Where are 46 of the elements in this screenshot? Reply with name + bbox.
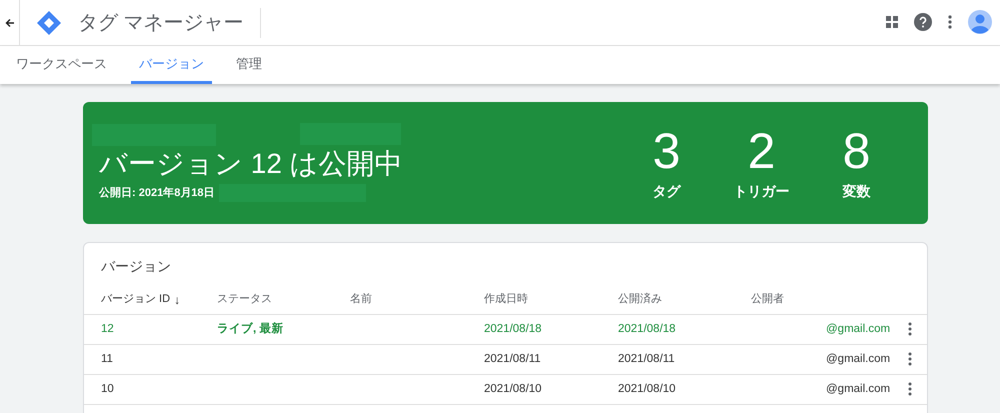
- column-header: 公開者: [751, 292, 785, 308]
- more-vertical-icon: [908, 352, 912, 366]
- column-header: 公開済み: [618, 292, 663, 308]
- stat-count: 3: [652, 124, 680, 176]
- table-cell-text: 2021/08/10: [484, 382, 543, 397]
- sort-arrow-icon: ↓: [174, 290, 180, 308]
- tab[interactable]: 管理: [228, 46, 270, 84]
- account-button[interactable]: [968, 10, 992, 35]
- table-cell-text: @gmail.com: [826, 382, 890, 397]
- table-cell-text: 2021/08/11: [484, 352, 542, 367]
- table-cell-text: 2021/08/18: [618, 322, 677, 337]
- card-title: バージョン: [100, 257, 172, 276]
- table-cell-text: ライブ, 最新: [217, 321, 284, 337]
- table-cell-text: 2021/08/18: [484, 322, 543, 337]
- table-row[interactable]: 10 2021/08/10 2021/08/10 @gmail.com: [84, 375, 927, 405]
- column-header: 作成日時: [484, 292, 529, 308]
- column-header[interactable]: バージョン ID ↓: [101, 290, 217, 308]
- table-row[interactable]: 11 2021/08/11 2021/08/11 @gmail.com: [84, 345, 927, 375]
- stat-count: 8: [842, 124, 870, 176]
- table-cell-text: 2021/08/10: [618, 382, 677, 397]
- table-row[interactable]: 12 ライブ, 最新 2021/08/18 2021/08/18 @gmail.com: [84, 315, 927, 345]
- more-vertical-icon: [908, 382, 912, 396]
- stat-count: 2: [748, 124, 776, 176]
- tab[interactable]: ワークスペース: [8, 46, 115, 84]
- table-cell-text: @gmail.com: [826, 322, 890, 337]
- column-header: ステータス: [217, 292, 273, 308]
- published-date: 公開日: 2021年8月18日: [99, 186, 215, 201]
- table-cell-text: 11: [101, 352, 114, 367]
- column-header: 名前: [350, 292, 373, 308]
- app-title: タグ マネージャー: [78, 8, 261, 38]
- version-headline: バージョン 12 は公開中: [99, 148, 404, 180]
- diamond-logo-icon: [36, 10, 62, 36]
- back-arrow-icon: [4, 18, 14, 28]
- table-cell-text: @gmail.com: [826, 352, 890, 367]
- stat-label: 変数: [842, 182, 870, 200]
- stat-label: タグ: [652, 182, 680, 200]
- avatar-icon: [968, 10, 992, 34]
- table-cell-text: 2021/08/11: [618, 352, 676, 367]
- table-cell-text: 10: [101, 382, 115, 397]
- tab[interactable]: バージョン: [131, 46, 212, 84]
- table-cell-text: 12: [101, 322, 115, 337]
- more-vertical-icon: [908, 322, 912, 336]
- stat-label: トリガー: [734, 182, 790, 200]
- more-vertical-icon: [948, 15, 952, 30]
- grid-icon: [886, 16, 898, 28]
- help-icon: [914, 13, 932, 32]
